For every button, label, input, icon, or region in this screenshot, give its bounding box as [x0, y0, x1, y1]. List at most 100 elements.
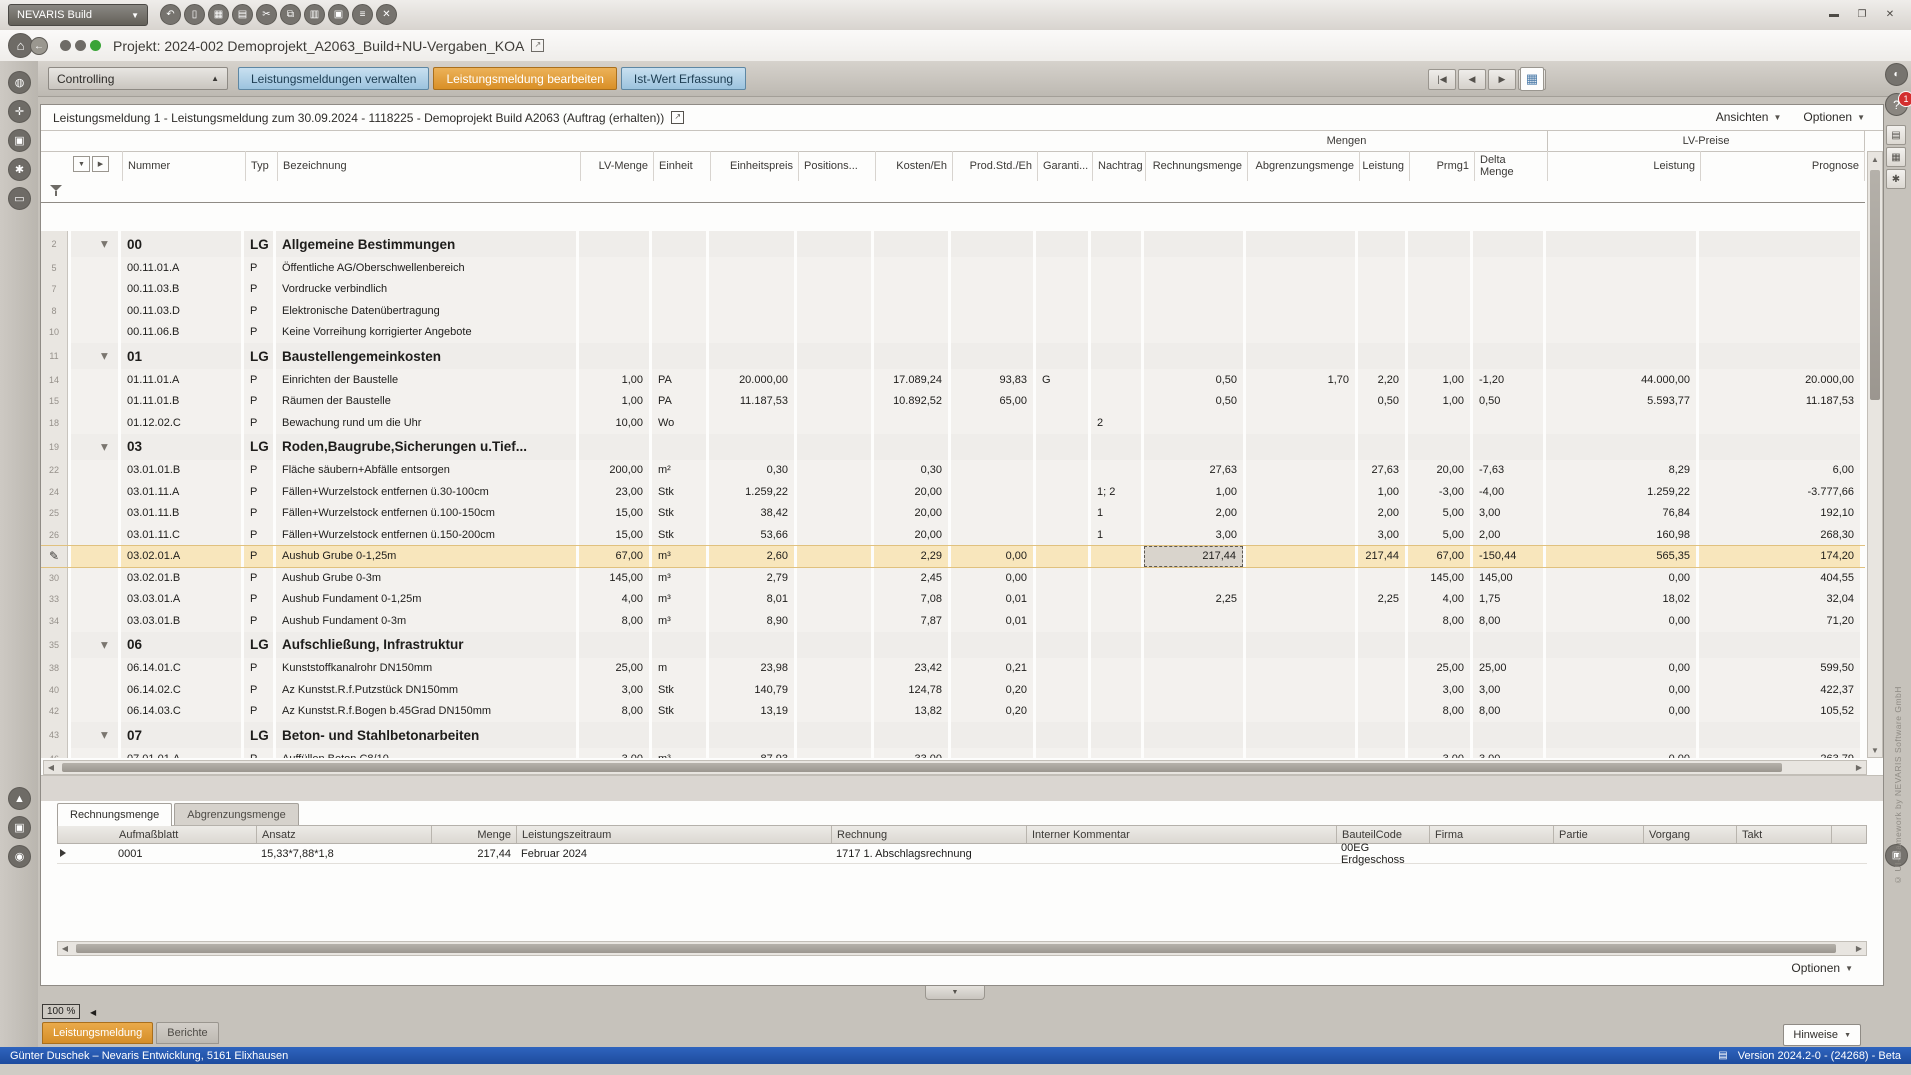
group-row-06[interactable]: 35 ▾ 06 LG Aufschließung, Infrastruktur — [41, 631, 1865, 658]
footer-tab-leistungsmeldung[interactable]: Leistungsmeldung — [42, 1022, 154, 1044]
quick-paste-button[interactable]: ▥ — [304, 4, 325, 25]
sidebar-target-button[interactable]: ✛ — [8, 100, 31, 123]
scroll-right-icon[interactable]: ▶ — [1852, 761, 1866, 774]
group-row-07[interactable]: 43 ▾ 07 LG Beton- und Stahlbetonarbeiten — [41, 722, 1865, 748]
footer-tab-berichte[interactable]: Berichte — [156, 1022, 219, 1044]
nav-button-leistungsmeldungen-verwalten[interactable]: Leistungsmeldungen verwalten — [238, 67, 430, 90]
detail-row[interactable]: 0001 15,33*7,88*1,8 217,44 Februar 2024 1717… — [57, 842, 1867, 866]
sidebar-settings-button[interactable]: ✱ — [8, 158, 31, 181]
position-row-03.01.01.B[interactable]: 22 03.01.01.B P Fläche säubern+Abfälle ents… — [41, 459, 1865, 481]
module-selector[interactable]: Controlling ▲ — [48, 67, 228, 90]
position-row-00.11.03.B[interactable]: 7 00.11.03.B P Vordrucke verbindlich — [41, 278, 1865, 300]
detail-tab-abgrenzungsmenge[interactable]: Abgrenzungsmenge — [174, 803, 299, 826]
position-row-06.14.02.C[interactable]: 40 06.14.02.C P Az Kunstst.R.f.Putzstück DN… — [41, 679, 1865, 701]
close-window-button[interactable]: ✕ — [1879, 6, 1901, 22]
column-header-eh[interactable]: Einheit — [654, 151, 711, 181]
detail-column-menge[interactable]: Menge — [432, 826, 517, 843]
column-header-am[interactable]: Abgrenzungsmenge — [1248, 151, 1360, 181]
position-row-03.02.01.A[interactable]: ✎ 03.02.01.A P Aushub Grube 0-1,25m 67,00 m³ 2… — [41, 545, 1865, 567]
vertical-scrollbar[interactable]: ▲ ▼ — [1867, 151, 1883, 758]
scroll-left-icon[interactable]: ◀ — [44, 761, 58, 774]
column-header-typ[interactable]: Typ — [246, 151, 278, 181]
back-button[interactable]: ← — [30, 37, 48, 55]
column-header-l[interactable]: Leistung — [1360, 151, 1410, 181]
position-row-03.01.11.C[interactable]: 26 03.01.11.C P Fällen+Wurzelstock entferne… — [41, 524, 1865, 546]
grid-filter-row[interactable] — [41, 181, 1865, 203]
sidebar-hints-button[interactable]: ◍ — [8, 71, 31, 94]
position-row-07.01.01.A[interactable]: 4607.01.01.APAuffüllen Beton C8/103,00m³… — [41, 748, 1865, 758]
scroll-right-icon[interactable]: ▶ — [1852, 942, 1866, 955]
layout-button[interactable]: ▤ — [1886, 125, 1906, 145]
position-row-00.11.01.A[interactable]: 5 00.11.01.A P Öffentliche AG/Oberschwellen… — [41, 257, 1865, 279]
column-header-nummer[interactable]: Nummer — [123, 151, 246, 181]
favorites-button[interactable]: ✱ — [1886, 169, 1906, 189]
detail-column-partie[interactable]: Partie — [1554, 826, 1644, 843]
quick-copy-button[interactable]: ⧉ — [280, 4, 301, 25]
column-header-pstd[interactable]: Prod.Std./Eh — [953, 151, 1038, 181]
views-dropdown[interactable]: Ansichten ▼ — [1716, 110, 1782, 124]
nav-button-ist-wert-erfassung[interactable]: Ist-Wert Erfassung — [620, 67, 747, 90]
horizontal-scrollbar[interactable]: ◀ ▶ — [43, 760, 1867, 775]
detail-column-bauteilcode[interactable]: BauteilCode — [1337, 826, 1430, 843]
position-row-03.03.01.A[interactable]: 33 03.03.01.A P Aushub Fundament 0-1,25m 4,0… — [41, 588, 1865, 610]
sidebar-scroll-top-button[interactable]: ▲ — [8, 787, 31, 810]
vertical-scroll-thumb[interactable] — [1870, 170, 1880, 400]
column-header-nach[interactable]: Nachtrag — [1093, 151, 1146, 181]
previous-record-button[interactable]: ◀ — [1458, 69, 1486, 90]
position-row-00.11.03.D[interactable]: 8 00.11.03.D P Elektronische Datenübertragu… — [41, 300, 1865, 322]
position-row-03.03.01.B[interactable]: 34 03.03.01.B P Aushub Fundament 0-3m 8,00 m³… — [41, 610, 1865, 632]
splitter[interactable] — [41, 775, 1883, 802]
column-header-gar[interactable]: Garanti... — [1038, 151, 1093, 181]
quick-undo-button[interactable]: ↶ — [160, 4, 181, 25]
horizontal-scroll-thumb[interactable] — [62, 763, 1782, 772]
quick-cut-button[interactable]: ✂ — [256, 4, 277, 25]
quick-open-folder-button[interactable]: ▤ — [232, 4, 253, 25]
sidebar-save-button[interactable]: ▣ — [8, 129, 31, 152]
position-row-01.11.01.B[interactable]: 15 01.11.01.B P Räumen der Baustelle 1,00 PA 1… — [41, 390, 1865, 412]
position-row-03.01.11.A[interactable]: 24 03.01.11.A P Fällen+Wurzelstock entferne… — [41, 481, 1865, 503]
column-header-lvl[interactable]: Leistung — [1548, 151, 1701, 181]
sidebar-apps-button[interactable]: ◉ — [8, 845, 31, 868]
quick-print-button[interactable]: ≡ — [352, 4, 373, 25]
external-link-icon[interactable]: ↗ — [531, 39, 545, 52]
position-row-03.01.11.B[interactable]: 25 03.01.11.B P Fällen+Wurzelstock entferne… — [41, 502, 1865, 524]
sidebar-window-button[interactable]: ▣ — [8, 816, 31, 839]
detail-column-aufma-blatt[interactable]: Aufmaßblatt — [114, 826, 257, 843]
cell-rm[interactable]: 217,44 — [1144, 545, 1243, 567]
options-dropdown[interactable]: Optionen ▼ — [1803, 110, 1865, 124]
detail-column-ansatz[interactable]: Ansatz — [257, 826, 432, 843]
panel-toggle-button[interactable]: ◐ — [1885, 63, 1908, 86]
detail-horizontal-scrollbar[interactable]: ◀ ▶ — [57, 941, 1867, 956]
column-header-pos[interactable]: Positions... — [799, 151, 876, 181]
scroll-down-icon[interactable]: ▼ — [1868, 743, 1882, 757]
hints-button[interactable]: Hinweise ▼ — [1783, 1024, 1861, 1046]
position-row-06.14.03.C[interactable]: 42 06.14.03.C P Az Kunstst.R.f.Bogen b.45Gr… — [41, 700, 1865, 722]
detail-column-rechnung[interactable]: Rechnung — [832, 826, 1027, 843]
detail-tab-rechnungsmenge[interactable]: Rechnungsmenge — [57, 803, 173, 826]
quick-save-button[interactable]: ▣ — [328, 4, 349, 25]
position-row-03.02.01.B[interactable]: 30 03.02.01.B P Aushub Grube 0-3m 145,00 m³ 2,… — [41, 567, 1865, 589]
collapse-panel-handle[interactable]: ▼ — [925, 986, 985, 1000]
column-dropdown-button[interactable]: ▼ — [73, 156, 90, 172]
quick-new-document-button[interactable]: ▯ — [184, 4, 205, 25]
first-record-button[interactable]: |◀ — [1428, 69, 1456, 90]
group-row-03[interactable]: 19 ▾ 03 LG Roden,Baugrube,Sicherungen u.Tief… — [41, 433, 1865, 460]
group-row-00[interactable]: 2 ▾ 00 LG Allgemeine Bestimmungen — [41, 231, 1865, 257]
position-row-00.11.06.B[interactable]: 10 00.11.06.B P Keine Vorreihung korrigiert… — [41, 321, 1865, 343]
scroll-up-icon[interactable]: ▲ — [1868, 152, 1882, 166]
scroll-left-icon[interactable]: ◀ — [58, 942, 72, 955]
group-row-01[interactable]: 11 ▾ 01 LG Baustellengemeinkosten — [41, 343, 1865, 369]
column-header-keh[interactable]: Kosten/Eh — [876, 151, 953, 181]
minimize-button[interactable]: ▬ — [1823, 6, 1845, 22]
position-row-01.12.02.C[interactable]: 18 01.12.02.C P Bewachung rund um die Uhr 10… — [41, 412, 1865, 434]
tab-scroll-left-icon[interactable]: ◀ — [90, 1008, 96, 1017]
detail-column-takt[interactable]: Takt — [1737, 826, 1832, 843]
app-selector-dropdown[interactable]: NEVARIS Build ▼ — [8, 4, 148, 26]
column-header-rm[interactable]: Rechnungsmenge — [1146, 151, 1248, 181]
filter-funnel-icon[interactable] — [49, 185, 63, 198]
detail-options-dropdown[interactable]: Optionen ▼ — [1791, 961, 1853, 975]
column-header-lv[interactable]: LV-Menge — [581, 151, 654, 181]
column-header-p[interactable]: Prmg1 — [1410, 151, 1475, 181]
column-header-bez[interactable]: Bezeichnung — [278, 151, 581, 181]
quick-table-button[interactable]: ▦ — [208, 4, 229, 25]
